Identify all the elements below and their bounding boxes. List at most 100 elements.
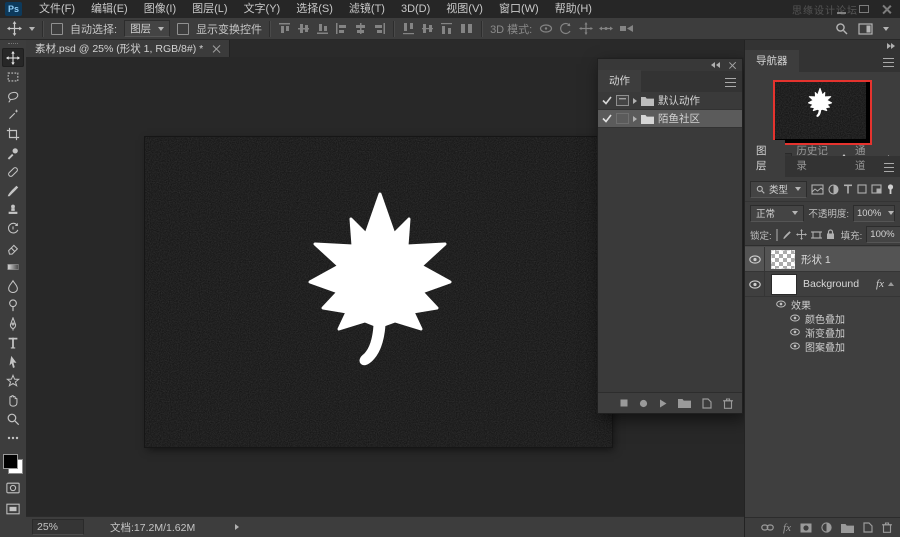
tab-actions[interactable]: 动作 [598, 70, 641, 92]
tab-channels[interactable]: 通道 [844, 140, 884, 177]
document-tab[interactable]: 素材.psd @ 25% (形状 1, RGB/8#) * [26, 40, 230, 57]
eye-icon[interactable] [790, 314, 800, 322]
collapse-effects-icon[interactable] [888, 282, 894, 286]
panel-menu-icon[interactable] [725, 78, 736, 87]
align-vcenter-icon[interactable] [297, 22, 310, 35]
tool-eyedropper[interactable] [2, 143, 24, 162]
statusbar-zoom-field[interactable]: 25% [32, 519, 84, 535]
blend-mode-dropdown[interactable]: 正常 [750, 205, 804, 222]
tab-navigator[interactable]: 导航器 [745, 50, 799, 72]
workspace-chevron-icon[interactable] [883, 27, 889, 31]
maximize-icon[interactable] [859, 5, 869, 13]
new-action-icon[interactable] [702, 398, 712, 409]
fx-badge[interactable]: fx [876, 278, 884, 290]
menu-layer[interactable]: 图层(L) [184, 0, 235, 18]
collapse-to-icons-icon[interactable] [711, 62, 720, 68]
lock-all-icon[interactable] [826, 229, 835, 240]
eye-icon[interactable] [749, 280, 761, 289]
filter-type-dropdown[interactable]: 类型 [750, 181, 807, 198]
new-group-icon[interactable] [841, 523, 854, 533]
tool-eraser[interactable] [2, 238, 24, 257]
menu-view[interactable]: 视图(V) [438, 0, 491, 18]
filter-adjustment-icon[interactable] [828, 184, 839, 195]
menu-type[interactable]: 文字(Y) [236, 0, 289, 18]
auto-select-dropdown[interactable]: 图层 [124, 20, 170, 37]
menu-help[interactable]: 帮助(H) [547, 0, 600, 18]
effect-row-gradient-overlay[interactable]: 渐变叠加 [745, 325, 900, 339]
menu-filter[interactable]: 滤镜(T) [341, 0, 393, 18]
eye-icon[interactable] [749, 255, 761, 264]
tool-pen[interactable] [2, 314, 24, 333]
visibility-cell[interactable] [745, 247, 765, 271]
eye-icon[interactable] [790, 342, 800, 350]
filter-toggle-icon[interactable] [886, 184, 895, 195]
3d-roll-icon[interactable] [559, 22, 573, 35]
fill-dropdown[interactable]: 100% [866, 226, 900, 243]
align-right-icon[interactable] [373, 22, 386, 35]
tool-type[interactable] [2, 333, 24, 352]
tool-crop[interactable] [2, 124, 24, 143]
lock-position-icon[interactable] [796, 229, 807, 240]
trash-icon[interactable] [723, 398, 733, 409]
layer-thumbnail[interactable] [771, 250, 795, 269]
align-bottom-icon[interactable] [316, 22, 329, 35]
filter-shape-icon[interactable] [857, 184, 867, 194]
minimize-icon[interactable] [837, 5, 846, 14]
action-set-row[interactable]: 默认动作 [598, 92, 742, 110]
quick-mask-button[interactable] [2, 478, 24, 497]
check-icon[interactable] [602, 114, 612, 123]
layer-name[interactable]: Background [803, 278, 859, 290]
auto-align-layers-icon[interactable] [459, 22, 474, 35]
tool-history-brush[interactable] [2, 219, 24, 238]
status-arrow-icon[interactable] [235, 524, 239, 530]
layer-row-shape1[interactable]: 形状 1 [745, 247, 900, 272]
foreground-background-swatches[interactable] [3, 450, 23, 474]
tool-dodge[interactable] [2, 295, 24, 314]
3d-scale-icon[interactable] [619, 22, 634, 35]
tool-custom-shape[interactable] [2, 371, 24, 390]
add-mask-icon[interactable] [800, 523, 812, 533]
tool-lasso[interactable] [2, 86, 24, 105]
layer-name[interactable]: 形状 1 [801, 252, 831, 267]
distribute-bottom-icon[interactable] [440, 22, 453, 35]
align-top-icon[interactable] [278, 22, 291, 35]
effects-header-row[interactable]: 效果 [745, 297, 900, 311]
tool-blur[interactable] [2, 276, 24, 295]
tool-move[interactable] [2, 48, 24, 67]
menu-file[interactable]: 文件(F) [31, 0, 83, 18]
visibility-cell[interactable] [745, 272, 765, 296]
menu-3d[interactable]: 3D(D) [393, 0, 438, 18]
tool-magic-wand[interactable] [2, 105, 24, 124]
navigator-proxy-view[interactable] [773, 80, 872, 145]
new-adjustment-icon[interactable] [821, 522, 832, 533]
effect-row-pattern-overlay[interactable]: 图案叠加 [745, 339, 900, 353]
layer-thumbnail[interactable] [771, 274, 797, 295]
tool-path-select[interactable] [2, 352, 24, 371]
expand-chevron-icon[interactable] [633, 116, 637, 122]
align-hcenter-icon[interactable] [354, 22, 367, 35]
show-transform-checkbox[interactable] [177, 23, 189, 35]
layer-row-background[interactable]: Background fx [745, 272, 900, 297]
toolbar-grip[interactable] [0, 40, 26, 48]
effect-row-color-overlay[interactable]: 颜色叠加 [745, 311, 900, 325]
new-layer-icon[interactable] [863, 522, 873, 533]
tool-preset-chevron-icon[interactable] [29, 27, 35, 31]
delete-layer-icon[interactable] [882, 522, 892, 533]
tool-brush[interactable] [2, 181, 24, 200]
action-set-row-selected[interactable]: 陌鱼社区 [598, 110, 742, 128]
tab-history[interactable]: 历史记录 [785, 140, 844, 177]
panel-menu-icon[interactable] [883, 58, 894, 67]
3d-drag-icon[interactable] [579, 22, 593, 35]
screen-mode-button[interactable] [2, 499, 24, 518]
dialog-toggle-icon[interactable] [616, 113, 629, 124]
panel-menu-icon[interactable] [884, 163, 894, 172]
filter-pixel-icon[interactable] [811, 184, 824, 195]
move-tool-preset-icon[interactable] [7, 21, 22, 36]
edit-toolbar-ellipsis-icon[interactable] [2, 428, 24, 447]
distribute-vcenter-icon[interactable] [421, 22, 434, 35]
align-left-icon[interactable] [335, 22, 348, 35]
menu-select[interactable]: 选择(S) [288, 0, 341, 18]
opacity-dropdown[interactable]: 100% [853, 205, 895, 222]
tool-clone-stamp[interactable] [2, 200, 24, 219]
new-set-folder-icon[interactable] [678, 398, 691, 408]
